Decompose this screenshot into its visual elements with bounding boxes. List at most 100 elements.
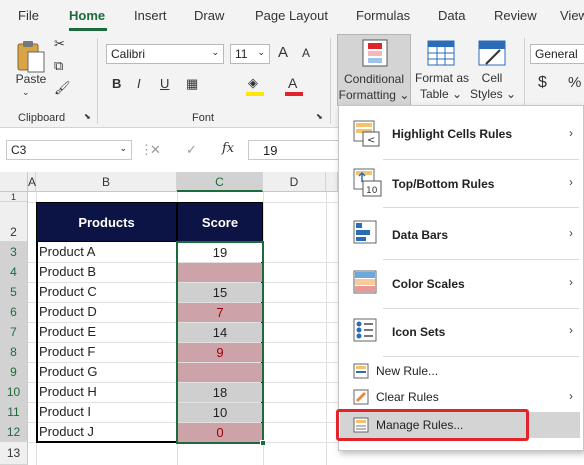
cell-styles-icon xyxy=(478,40,506,66)
product-cell[interactable]: Product D xyxy=(39,304,175,322)
menu-item-highlight-cells-rules[interactable]: < Highlight Cells Rules › xyxy=(339,114,583,154)
formula-input[interactable]: 19 xyxy=(248,140,344,160)
row-header-6[interactable]: 6 xyxy=(0,302,28,322)
tab-draw[interactable]: Draw xyxy=(194,8,224,23)
number-format-box[interactable]: General xyxy=(530,44,584,64)
product-cell[interactable]: Product A xyxy=(39,244,175,262)
product-cell[interactable]: Product J xyxy=(39,424,175,442)
currency-button[interactable]: $ xyxy=(538,74,547,92)
font-size-box[interactable]: 11 ⌄ xyxy=(230,44,270,64)
menu-item-data-bars[interactable]: Data Bars › xyxy=(339,212,583,256)
format-table-label-1: Format as xyxy=(415,71,470,85)
menu-item-new-rule[interactable]: New Rule... xyxy=(339,359,583,383)
chevron-right-icon: › xyxy=(569,175,573,189)
insert-function-button[interactable]: fx xyxy=(222,141,234,156)
conditional-formatting-icon xyxy=(362,39,388,67)
chevron-down-icon: ⌄ xyxy=(211,47,219,57)
chevron-right-icon: › xyxy=(569,323,573,337)
row-header-7[interactable]: 7 xyxy=(0,322,28,342)
fill-color-icon[interactable]: ◈ xyxy=(248,75,258,91)
menu-bar: File Home Insert Draw Page Layout Formul… xyxy=(0,0,584,32)
cell-styles-label-2: Styles ⌄ xyxy=(470,87,517,101)
color-scales-label: Color Scales xyxy=(392,277,465,291)
menu-item-icon-sets[interactable]: Icon Sets › xyxy=(339,310,583,354)
format-painter-icon[interactable]: 🖌 xyxy=(54,80,71,96)
borders-icon[interactable]: ▦ xyxy=(186,76,198,92)
conditional-formatting-button[interactable]: Conditional Formatting ⌄ xyxy=(337,34,411,106)
name-box[interactable]: C3 ⌄ xyxy=(6,140,132,160)
percent-button[interactable]: % xyxy=(568,74,581,91)
row-header-10[interactable]: 10 xyxy=(0,382,28,402)
column-header-b[interactable]: B xyxy=(36,172,177,192)
font-color-swatch xyxy=(285,92,303,96)
highlight-cells-icon: < xyxy=(353,120,380,147)
paste-icon xyxy=(17,41,45,73)
tab-insert[interactable]: Insert xyxy=(134,8,167,23)
format-as-table-button[interactable]: Format as Table ⌄ xyxy=(415,36,470,106)
row-header-1[interactable]: 1 xyxy=(0,192,28,202)
dialog-launcher-icon[interactable]: ⬊ xyxy=(316,112,323,121)
product-cell[interactable]: Product C xyxy=(39,284,175,302)
format-table-label-2: Table ⌄ xyxy=(419,87,463,101)
tab-page-layout[interactable]: Page Layout xyxy=(255,8,328,23)
cancel-icon[interactable]: ✕ xyxy=(150,142,161,158)
tab-data[interactable]: Data xyxy=(438,8,465,23)
italic-button[interactable]: I xyxy=(137,76,141,91)
fill-handle[interactable] xyxy=(260,440,266,446)
row-header-13[interactable]: 13 xyxy=(0,442,28,465)
column-header-e[interactable] xyxy=(326,172,338,192)
menu-item-color-scales[interactable]: Color Scales › xyxy=(339,262,583,306)
column-header-a[interactable]: A xyxy=(28,172,36,192)
conditional-formatting-menu: < Highlight Cells Rules › 10 Top/Bottom … xyxy=(336,105,584,451)
dialog-launcher-icon[interactable]: ⬊ xyxy=(84,112,91,121)
bold-button[interactable]: B xyxy=(112,76,121,91)
color-scales-icon xyxy=(353,270,377,294)
tab-file[interactable]: File xyxy=(18,8,39,23)
product-cell[interactable]: Product E xyxy=(39,324,175,342)
formula-value: 19 xyxy=(263,143,278,158)
row-header-9[interactable]: 9 xyxy=(0,362,28,382)
paste-button[interactable] xyxy=(14,38,48,74)
row-header-5[interactable]: 5 xyxy=(0,282,28,302)
cut-icon[interactable]: ✂ xyxy=(54,36,65,52)
menu-item-top-bottom-rules[interactable]: 10 Top/Bottom Rules › xyxy=(339,162,583,204)
row-header-2[interactable]: 2 xyxy=(0,202,28,242)
column-header-d[interactable]: D xyxy=(263,172,326,192)
product-cell[interactable]: Product H xyxy=(39,384,175,402)
row-header-4[interactable]: 4 xyxy=(0,262,28,282)
tab-view[interactable]: View xyxy=(560,8,584,23)
column-header-c[interactable]: C xyxy=(177,172,263,192)
chevron-right-icon: › xyxy=(569,275,573,289)
font-name-box[interactable]: Calibri ⌄ xyxy=(106,44,224,64)
divider xyxy=(383,356,579,357)
header-products[interactable]: Products xyxy=(36,202,177,242)
font-color-icon[interactable]: A xyxy=(288,75,297,91)
row-header-12[interactable]: 12 xyxy=(0,422,28,442)
clear-rules-label: Clear Rules xyxy=(376,390,439,404)
select-all-corner[interactable] xyxy=(0,172,28,192)
tab-review[interactable]: Review xyxy=(494,8,537,23)
tab-formulas[interactable]: Formulas xyxy=(356,8,410,23)
product-cell[interactable]: Product G xyxy=(39,364,175,382)
header-score[interactable]: Score xyxy=(177,202,263,242)
row-header-11[interactable]: 11 xyxy=(0,402,28,422)
menu-item-clear-rules[interactable]: Clear Rules › xyxy=(339,385,583,409)
product-cell[interactable]: Product I xyxy=(39,404,175,422)
product-cell[interactable]: Product B xyxy=(39,264,175,282)
underline-button[interactable]: U xyxy=(160,76,169,91)
enter-icon[interactable]: ✓ xyxy=(186,142,197,158)
row-header-3[interactable]: 3 xyxy=(0,242,28,262)
cell-styles-label-2-text: Styles xyxy=(470,87,503,101)
product-cell[interactable]: Product F xyxy=(39,344,175,362)
cell-styles-button[interactable]: Cell Styles ⌄ xyxy=(470,36,517,106)
number-format-value: General xyxy=(535,47,578,61)
chevron-right-icon: › xyxy=(569,226,573,240)
format-as-table-icon xyxy=(427,40,455,66)
tab-home[interactable]: Home xyxy=(69,8,105,23)
grow-font-icon[interactable]: A xyxy=(278,44,288,61)
format-table-label-2-text: Table xyxy=(419,87,449,101)
copy-icon[interactable]: ⧉ xyxy=(54,58,63,74)
chevron-down-icon[interactable]: ⌄ xyxy=(22,87,30,98)
row-header-8[interactable]: 8 xyxy=(0,342,28,362)
shrink-font-icon[interactable]: A xyxy=(302,46,310,60)
